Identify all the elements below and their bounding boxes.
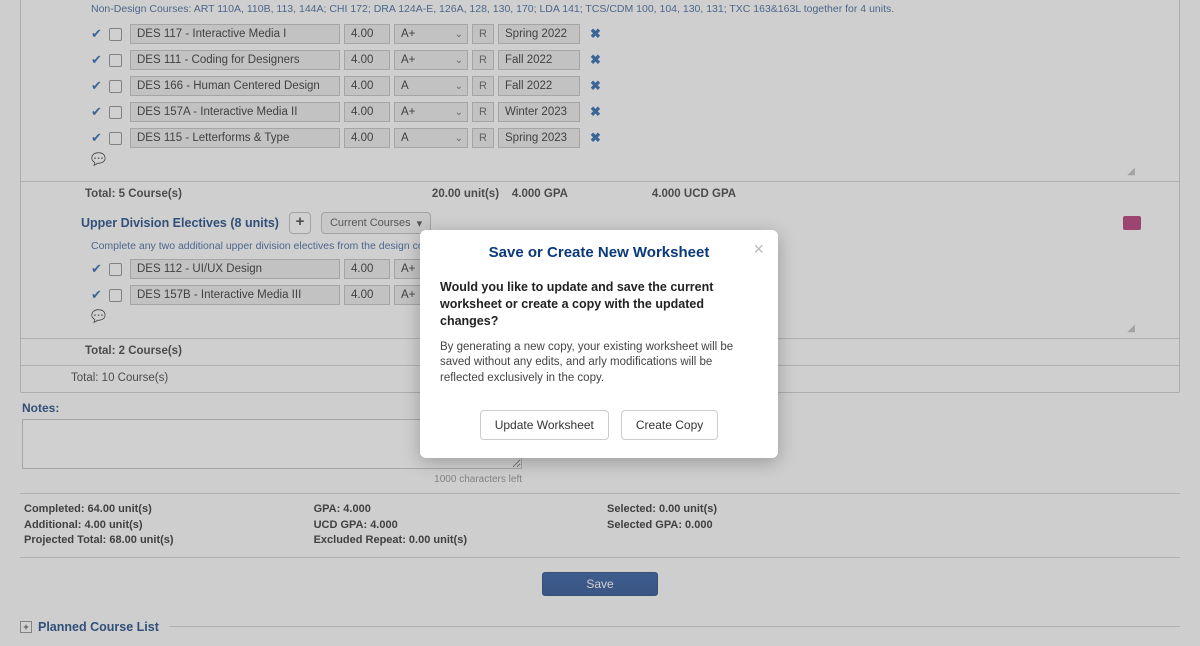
- close-icon[interactable]: ×: [753, 240, 764, 258]
- save-worksheet-modal: × Save or Create New Worksheet Would you…: [420, 230, 778, 458]
- modal-body-text: By generating a new copy, your existing …: [440, 340, 758, 387]
- modal-title: Save or Create New Worksheet: [420, 242, 778, 271]
- create-copy-button[interactable]: Create Copy: [621, 410, 718, 440]
- modal-question: Would you like to update and save the cu…: [440, 279, 758, 330]
- update-worksheet-button[interactable]: Update Worksheet: [480, 410, 609, 440]
